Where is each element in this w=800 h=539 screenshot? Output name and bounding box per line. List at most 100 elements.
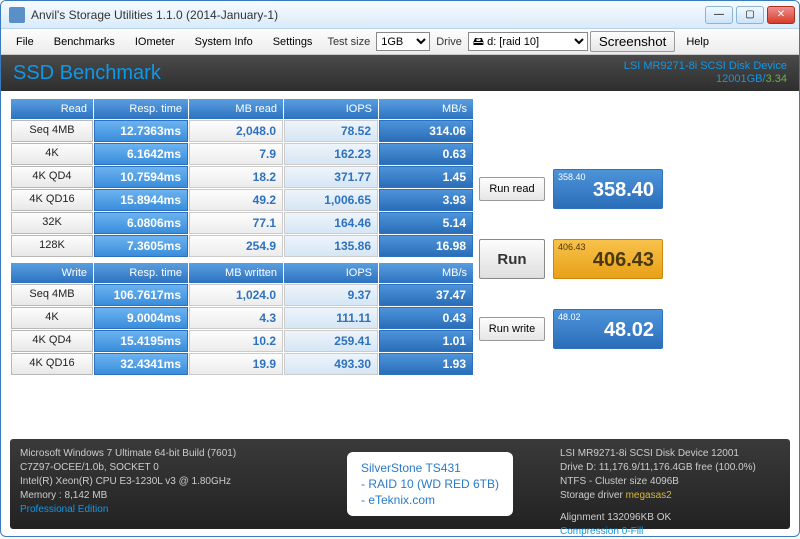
note-line: SilverStone TS431 [361,460,499,476]
total-score-small: 406.43 [558,242,586,252]
read-hdr-name: Read [11,99,93,119]
drive-fs: NTFS - Cluster size 4096B [560,475,780,489]
read-cell: 3.93 [379,189,473,211]
titlebar: Anvil's Storage Utilities 1.1.0 (2014-Ja… [1,1,799,29]
run-button[interactable]: Run [479,239,545,279]
write-cell: 15.4195ms [94,330,188,352]
menu-settings[interactable]: Settings [264,32,322,52]
device-name: LSI MR9271-8i SCSI Disk Device [624,60,787,73]
menu-file[interactable]: File [7,32,43,52]
app-name: SSD Benchmark [13,62,624,85]
drive-space: Drive D: 11,176.9/11,176.4GB free (100.0… [560,461,780,475]
note-line: - eTeknix.com [361,492,499,508]
note-panel: SilverStone TS431 - RAID 10 (WD RED 6TB)… [300,447,560,521]
write-cell: 493.30 [284,353,378,375]
read-cell: 12.7363ms [94,120,188,142]
read-table: Read Resp. time MB read IOPS MB/s Seq 4M… [11,99,789,257]
read-row-label: Seq 4MB [11,120,93,142]
read-cell: 77.1 [189,212,283,234]
footer: Microsoft Windows 7 Ultimate 64-bit Buil… [10,439,790,529]
menu-help[interactable]: Help [677,32,718,52]
close-button[interactable]: ✕ [767,6,795,24]
run-write-button[interactable]: Run write [479,317,545,341]
total-score-group: Run 406.43 406.43 [479,239,663,279]
read-hdr-iops: IOPS [284,99,378,119]
write-hdr-mbs: MB/s [379,263,473,283]
read-cell: 10.7594ms [94,166,188,188]
write-row-label: 4K QD16 [11,353,93,375]
storage-driver: Storage driver megasas2 [560,489,780,503]
drive-info: LSI MR9271-8i SCSI Disk Device 12001 Dri… [560,447,780,521]
write-cell: 0.43 [379,307,473,329]
maximize-button[interactable]: ▢ [736,6,764,24]
header: SSD Benchmark LSI MR9271-8i SCSI Disk De… [1,55,799,91]
read-cell: 5.14 [379,212,473,234]
screenshot-button[interactable]: Screenshot [590,31,675,52]
read-cell: 314.06 [379,120,473,142]
read-cell: 1,006.65 [284,189,378,211]
write-hdr-name: Write [11,263,93,283]
write-cell: 1.93 [379,353,473,375]
read-cell: 78.52 [284,120,378,142]
read-hdr-resp: Resp. time [94,99,188,119]
read-cell: 18.2 [189,166,283,188]
write-cell: 9.0004ms [94,307,188,329]
total-score: 406.43 406.43 [553,239,663,279]
read-cell: 7.3605ms [94,235,188,257]
edition-link[interactable]: Professional Edition [20,503,300,517]
menu-benchmarks[interactable]: Benchmarks [45,32,124,52]
note-line: - RAID 10 (WD RED 6TB) [361,476,499,492]
read-cell: 6.1642ms [94,143,188,165]
read-hdr-mb: MB read [189,99,283,119]
write-row-label: Seq 4MB [11,284,93,306]
menu-system-info[interactable]: System Info [186,32,262,52]
mem-info: Memory : 8,142 MB [20,489,300,503]
write-cell: 111.11 [284,307,378,329]
read-cell: 6.0806ms [94,212,188,234]
read-cell: 15.8944ms [94,189,188,211]
write-score-group: Run write 48.02 48.02 [479,309,663,349]
read-cell: 49.2 [189,189,283,211]
read-cell: 135.86 [284,235,378,257]
read-row-label: 128K [11,235,93,257]
read-cell: 1.45 [379,166,473,188]
menu-iometer[interactable]: IOmeter [126,32,184,52]
read-cell: 2,048.0 [189,120,283,142]
alignment-info: Alignment 132096KB OK [560,511,780,525]
write-cell: 1,024.0 [189,284,283,306]
drive-device: LSI MR9271-8i SCSI Disk Device 12001 [560,447,780,461]
user-note[interactable]: SilverStone TS431 - RAID 10 (WD RED 6TB)… [347,452,513,516]
system-info: Microsoft Windows 7 Ultimate 64-bit Buil… [20,447,300,521]
read-row-label: 4K QD4 [11,166,93,188]
write-table: Write Resp. time MB written IOPS MB/s Se… [11,263,789,375]
read-cell: 0.63 [379,143,473,165]
drive-label: Drive [432,36,466,48]
cpu-info: Intel(R) Xeon(R) CPU E3-1230L v3 @ 1.80G… [20,475,300,489]
read-score: 358.40 358.40 [553,169,663,209]
device-info: LSI MR9271-8i SCSI Disk Device 12001GB/3… [624,60,787,86]
read-cell: 16.98 [379,235,473,257]
compression-link[interactable]: Compression 0-Fill [560,525,780,537]
app-icon [9,7,25,23]
test-size-select[interactable]: 1GB [376,32,430,51]
os-info: Microsoft Windows 7 Ultimate 64-bit Buil… [20,447,300,461]
read-score-small: 358.40 [558,172,586,182]
drive-select[interactable]: 🖴 d: [raid 10] [468,32,588,51]
write-cell: 10.2 [189,330,283,352]
write-cell: 106.7617ms [94,284,188,306]
run-read-button[interactable]: Run read [479,177,545,201]
write-score: 48.02 48.02 [553,309,663,349]
window-title: Anvil's Storage Utilities 1.1.0 (2014-Ja… [31,8,705,22]
write-score-small: 48.02 [558,312,581,322]
menubar: File Benchmarks IOmeter System Info Sett… [1,29,799,55]
read-score-group: Run read 358.40 358.40 [479,169,663,209]
write-hdr-mb: MB written [189,263,283,283]
read-cell: 254.9 [189,235,283,257]
read-cell: 371.77 [284,166,378,188]
test-size-label: Test size [323,36,374,48]
content: Read Resp. time MB read IOPS MB/s Seq 4M… [1,91,799,389]
read-cell: 162.23 [284,143,378,165]
write-hdr-iops: IOPS [284,263,378,283]
write-cell: 259.41 [284,330,378,352]
minimize-button[interactable]: — [705,6,733,24]
